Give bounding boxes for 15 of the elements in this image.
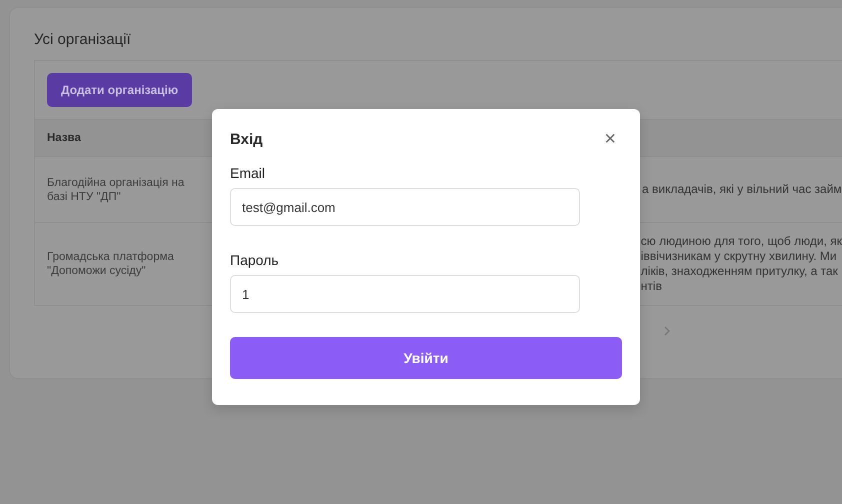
description-text: сю людиною для того, щоб люди, як іввічизникам у скрутну хвилину. Ми ліків, знаходженням притулку, а так нтів <box>640 234 842 294</box>
add-organization-button[interactable]: Додати організацію <box>47 73 192 107</box>
table-cell-text: Благодійна організація на базі НТУ "ДП" <box>46 176 186 204</box>
page-title: Усі організації <box>34 30 132 50</box>
input-field[interactable]: test@gmail.com <box>230 188 580 226</box>
column-header: Назва <box>46 131 82 145</box>
field-label: Пароль <box>230 252 280 268</box>
chevron-icon[interactable] <box>662 325 672 337</box>
description-text: а викладачів, які у вільний час займ <box>642 182 842 197</box>
input-field[interactable]: 1 <box>230 275 580 313</box>
login-button[interactable]: Увійти <box>230 337 622 379</box>
close-button[interactable]: × <box>604 129 616 149</box>
dialog-title: Вхід <box>230 130 263 148</box>
table-cell-text: Громадська платформа "Допоможи сусіду" <box>46 250 175 278</box>
field-label: Email <box>230 165 266 181</box>
